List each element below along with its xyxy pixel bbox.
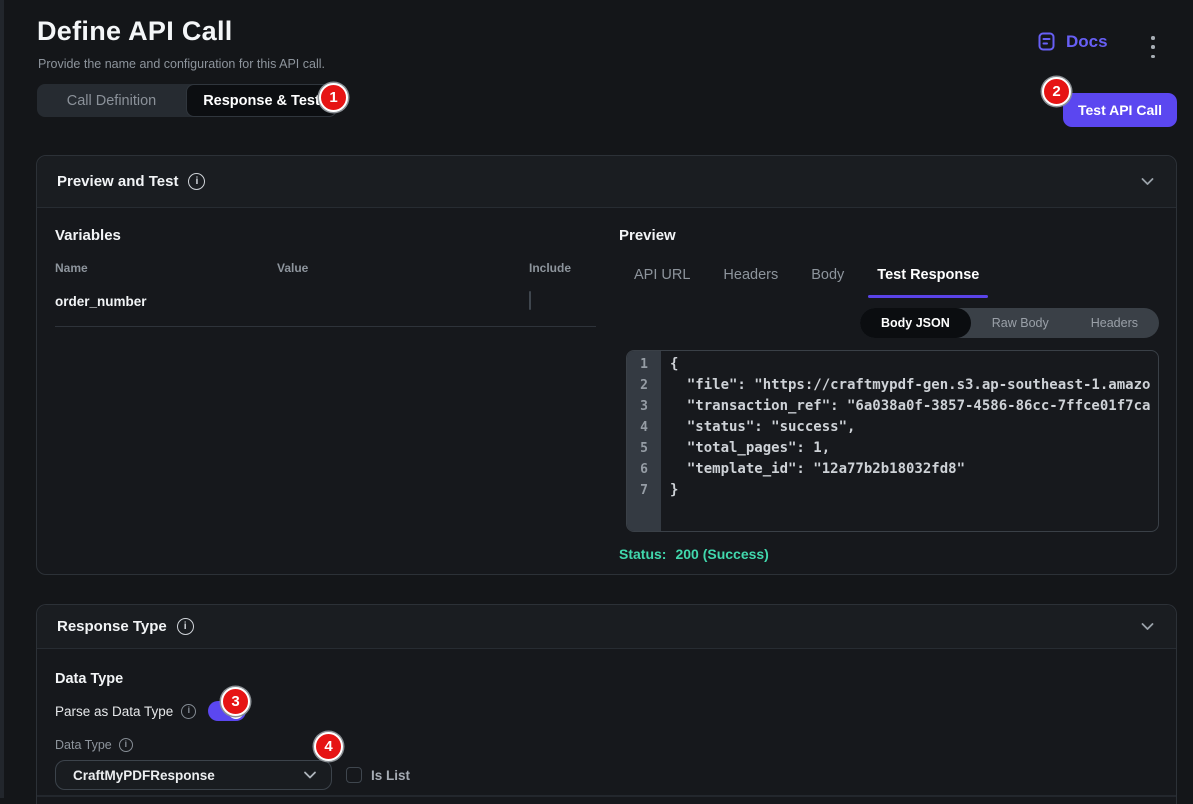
document-icon (1036, 31, 1057, 52)
subtab-body-json[interactable]: Body JSON (860, 308, 971, 338)
preview-heading: Preview (619, 228, 1159, 244)
docs-label: Docs (1066, 32, 1108, 52)
info-icon[interactable] (181, 704, 196, 719)
column-name: Name (55, 261, 277, 275)
is-list-label: Is List (371, 768, 410, 783)
test-api-call-button[interactable]: Test API Call (1063, 93, 1177, 127)
info-icon[interactable] (119, 738, 133, 752)
response-type-panel: Response Type Data Type Parse as Data Ty… (36, 604, 1177, 804)
tab-test-response[interactable]: Test Response (877, 268, 979, 283)
tab-api-url[interactable]: API URL (634, 268, 690, 283)
variables-column-headers: Name Value Include (55, 261, 601, 275)
column-value: Value (277, 261, 529, 275)
variable-name: order_number (55, 294, 277, 309)
page-subtitle: Provide the name and configuration for t… (38, 57, 325, 71)
line-number-gutter: 1 2 3 4 5 6 7 (627, 351, 661, 531)
annotation-step-2: 2 (1042, 77, 1071, 106)
variables-section: Variables Name Value Include order_numbe… (55, 228, 601, 562)
tab-response-and-test[interactable]: Response & Test (186, 84, 337, 117)
tab-headers[interactable]: Headers (723, 268, 778, 283)
info-icon[interactable] (177, 618, 194, 635)
page-left-edge (0, 0, 4, 798)
include-checkbox[interactable] (529, 291, 531, 310)
preview-tab-bar: API URL Headers Body Test Response (619, 268, 1159, 283)
info-icon[interactable] (188, 173, 205, 190)
parse-as-data-type-label: Parse as Data Type (55, 704, 173, 719)
preview-panel-title: Preview and Test (57, 173, 178, 190)
chevron-down-icon (301, 766, 319, 784)
section-divider (37, 795, 1176, 797)
collapse-chevron-icon[interactable] (1139, 173, 1156, 190)
docs-link[interactable]: Docs (1036, 31, 1108, 52)
response-json-code-block[interactable]: 1 2 3 4 5 6 7 { "file": "https://craftmy… (626, 350, 1159, 532)
kebab-menu-icon[interactable] (1147, 36, 1159, 58)
table-row: order_number (55, 292, 601, 310)
response-view-segmented-control: Body JSON Raw Body Headers (860, 308, 1159, 338)
page-title: Define API Call (37, 16, 233, 47)
subtab-headers[interactable]: Headers (1070, 308, 1159, 338)
subtab-raw-body[interactable]: Raw Body (971, 308, 1070, 338)
preview-panel-header: Preview and Test (37, 156, 1176, 208)
column-include: Include (529, 261, 601, 275)
data-type-select[interactable]: CraftMyPDFResponse (55, 760, 332, 790)
data-type-heading: Data Type (55, 671, 1158, 687)
definition-tab-group: Call Definition Response & Test (37, 84, 337, 117)
response-type-title: Response Type (57, 618, 167, 635)
annotation-step-1: 1 (319, 83, 348, 112)
data-type-selected-value: CraftMyPDFResponse (73, 768, 301, 783)
tab-body[interactable]: Body (811, 268, 844, 283)
is-list-checkbox[interactable] (346, 767, 362, 783)
status-label: Status: (619, 546, 666, 562)
preview-section: Preview API URL Headers Body Test Respon… (619, 228, 1159, 562)
collapse-chevron-icon[interactable] (1139, 618, 1156, 635)
annotation-step-3: 3 (221, 687, 250, 716)
annotation-step-4: 4 (314, 732, 343, 761)
data-type-field-label: Data Type (55, 738, 112, 752)
json-code: { "file": "https://craftmypdf-gen.s3.ap-… (661, 351, 1158, 531)
response-status: Status: 200 (Success) (619, 546, 1159, 562)
status-value: 200 (Success) (675, 546, 768, 562)
preview-and-test-panel: Preview and Test Variables Name Value In… (36, 155, 1177, 575)
tab-call-definition[interactable]: Call Definition (37, 84, 186, 117)
variables-heading: Variables (55, 228, 601, 244)
response-type-header: Response Type (37, 605, 1176, 649)
row-divider (55, 326, 596, 327)
